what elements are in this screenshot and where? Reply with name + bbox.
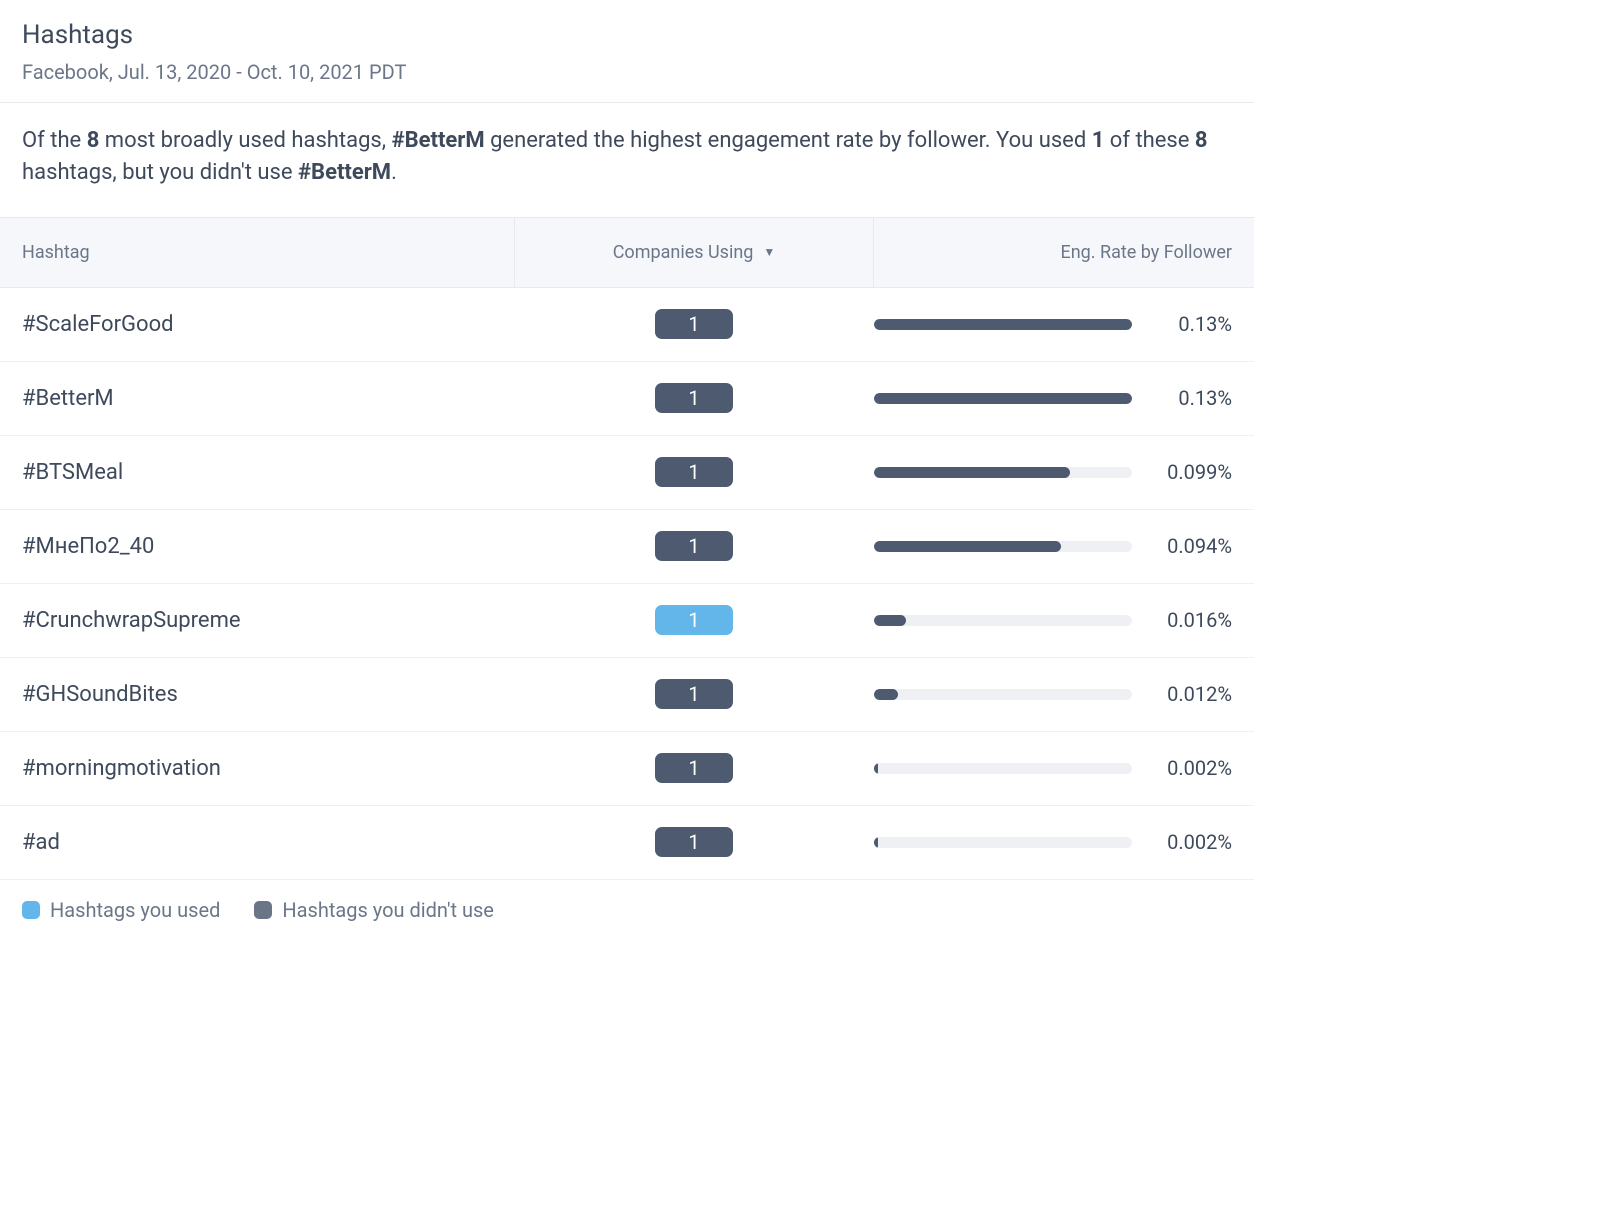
companies-cell: 1 — [514, 309, 874, 339]
table-row: #morningmotivation 1 0.002% — [0, 732, 1254, 806]
eng-value: 0.13% — [1154, 312, 1232, 336]
summary-mid2: generated the highest engagement rate by… — [485, 128, 1092, 153]
legend-swatch-not-used — [254, 901, 272, 919]
eng-bar-track — [874, 837, 1132, 848]
chevron-down-icon: ▼ — [763, 245, 775, 259]
hashtag-cell: #morningmotivation — [0, 756, 514, 781]
eng-bar-track — [874, 763, 1132, 774]
legend-swatch-used — [22, 901, 40, 919]
summary-mid1: most broadly used hashtags, — [99, 128, 391, 153]
companies-pill: 1 — [655, 383, 733, 413]
eng-value: 0.002% — [1154, 756, 1232, 780]
companies-cell: 1 — [514, 457, 874, 487]
companies-pill: 1 — [655, 605, 733, 635]
eng-value: 0.012% — [1154, 682, 1232, 706]
summary-suffix: . — [391, 160, 397, 185]
eng-bar-fill — [874, 837, 878, 848]
eng-bar-track — [874, 615, 1132, 626]
summary-prefix: Of the — [22, 128, 87, 153]
legend: Hashtags you used Hashtags you didn't us… — [0, 880, 1254, 940]
companies-cell: 1 — [514, 531, 874, 561]
col-header-hashtag[interactable]: Hashtag — [0, 218, 514, 287]
companies-pill: 1 — [655, 753, 733, 783]
companies-pill: 1 — [655, 679, 733, 709]
summary-top-tag2: #BetterM — [298, 160, 391, 185]
companies-cell: 1 — [514, 605, 874, 635]
eng-bar-track — [874, 467, 1132, 478]
eng-bar-track — [874, 689, 1132, 700]
panel-title: Hashtags — [22, 20, 1232, 50]
eng-value: 0.099% — [1154, 460, 1232, 484]
table-row: #BTSMeal 1 0.099% — [0, 436, 1254, 510]
table-header: Hashtag Companies Using ▼ Eng. Rate by F… — [0, 217, 1254, 288]
companies-pill: 1 — [655, 531, 733, 561]
table-row: #BetterM 1 0.13% — [0, 362, 1254, 436]
eng-value: 0.002% — [1154, 830, 1232, 854]
col-header-companies-label: Companies Using — [613, 242, 754, 263]
summary-top-tag: #BetterM — [392, 128, 485, 153]
summary-total: 8 — [87, 128, 100, 153]
hashtags-panel: Hashtags Facebook, Jul. 13, 2020 - Oct. … — [0, 0, 1254, 940]
table-row: #МнеПо2_40 1 0.094% — [0, 510, 1254, 584]
hashtag-cell: #CrunchwrapSupreme — [0, 608, 514, 633]
eng-bar-fill — [874, 689, 898, 700]
legend-not-used-label: Hashtags you didn't use — [282, 898, 494, 922]
table-row: #CrunchwrapSupreme 1 0.016% — [0, 584, 1254, 658]
eng-cell: 0.012% — [874, 682, 1254, 706]
panel-header: Hashtags Facebook, Jul. 13, 2020 - Oct. … — [0, 0, 1254, 102]
hashtag-cell: #BTSMeal — [0, 460, 514, 485]
eng-bar-track — [874, 319, 1132, 330]
companies-cell: 1 — [514, 827, 874, 857]
eng-value: 0.016% — [1154, 608, 1232, 632]
eng-cell: 0.13% — [874, 312, 1254, 336]
table-body: #ScaleForGood 1 0.13% #BetterM 1 0.13% #BTSMea… — [0, 288, 1254, 880]
hashtag-cell: #GHSoundBites — [0, 682, 514, 707]
hashtag-cell: #МнеПо2_40 — [0, 534, 514, 559]
col-header-companies[interactable]: Companies Using ▼ — [514, 218, 874, 287]
eng-cell: 0.13% — [874, 386, 1254, 410]
summary-used: 1 — [1092, 128, 1105, 153]
table-row: #GHSoundBites 1 0.012% — [0, 658, 1254, 732]
eng-cell: 0.016% — [874, 608, 1254, 632]
summary-mid4: hashtags, but you didn't use — [22, 160, 298, 185]
summary-mid3: of these — [1104, 128, 1195, 153]
legend-used-label: Hashtags you used — [50, 898, 220, 922]
summary-text: Of the 8 most broadly used hashtags, #Be… — [0, 103, 1254, 217]
eng-cell: 0.094% — [874, 534, 1254, 558]
summary-total2: 8 — [1195, 128, 1208, 153]
companies-cell: 1 — [514, 679, 874, 709]
eng-bar-track — [874, 541, 1132, 552]
companies-pill: 1 — [655, 457, 733, 487]
companies-pill: 1 — [655, 827, 733, 857]
hashtag-cell: #ScaleForGood — [0, 312, 514, 337]
companies-cell: 1 — [514, 753, 874, 783]
eng-bar-fill — [874, 763, 878, 774]
panel-subtitle: Facebook, Jul. 13, 2020 - Oct. 10, 2021 … — [22, 60, 1232, 84]
legend-used: Hashtags you used — [22, 898, 220, 922]
eng-bar-fill — [874, 467, 1070, 478]
table-row: #ScaleForGood 1 0.13% — [0, 288, 1254, 362]
eng-bar-fill — [874, 615, 906, 626]
eng-bar-fill — [874, 541, 1061, 552]
legend-not-used: Hashtags you didn't use — [254, 898, 494, 922]
companies-pill: 1 — [655, 309, 733, 339]
eng-cell: 0.002% — [874, 756, 1254, 780]
eng-value: 0.13% — [1154, 386, 1232, 410]
eng-bar-track — [874, 393, 1132, 404]
hashtag-cell: #ad — [0, 830, 514, 855]
eng-bar-fill — [874, 319, 1132, 330]
table-row: #ad 1 0.002% — [0, 806, 1254, 880]
eng-value: 0.094% — [1154, 534, 1232, 558]
eng-cell: 0.099% — [874, 460, 1254, 484]
companies-cell: 1 — [514, 383, 874, 413]
hashtag-cell: #BetterM — [0, 386, 514, 411]
col-header-eng[interactable]: Eng. Rate by Follower — [874, 218, 1254, 287]
eng-bar-fill — [874, 393, 1132, 404]
eng-cell: 0.002% — [874, 830, 1254, 854]
